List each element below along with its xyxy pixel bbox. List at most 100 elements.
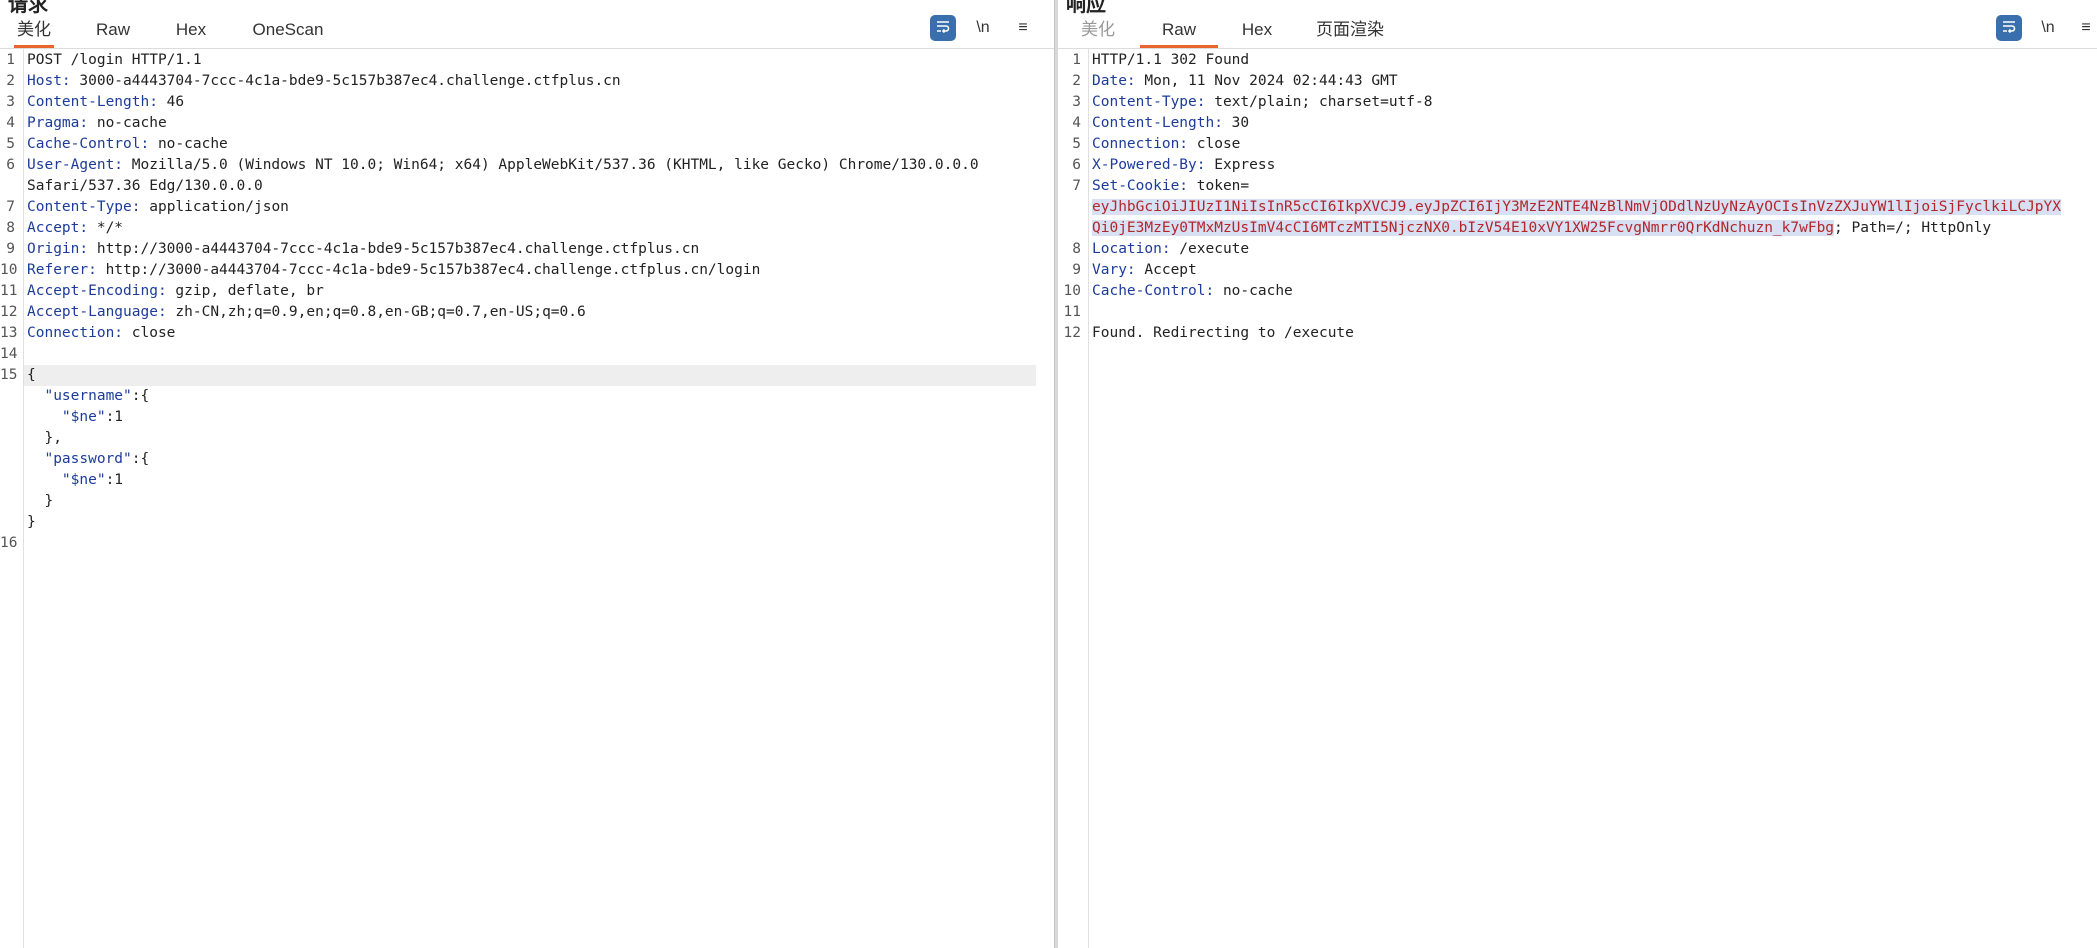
line-number: 7 xyxy=(6,199,15,215)
line-value: { xyxy=(27,367,36,383)
word-wrap-icon[interactable] xyxy=(930,15,956,41)
tab-hex[interactable]: Hex xyxy=(1240,20,1274,48)
line-number: 8 xyxy=(6,220,15,236)
selected-token-text[interactable]: Qi0jE3MzEy0TMxMzUsImV4cCI6MTczMTI5NjczNX… xyxy=(1092,220,1835,236)
code-line: 7 Set-Cookie: token= xyxy=(1058,176,2097,197)
line-number: 6 xyxy=(1072,157,1081,173)
tab-hex[interactable]: Hex xyxy=(174,20,208,48)
tab-raw[interactable]: Raw xyxy=(1140,20,1218,48)
header-name: Connection: xyxy=(27,325,124,341)
response-editor[interactable]: 1 HTTP/1.1 302 Found 2 Date: Mon, 11 Nov 20… xyxy=(1058,50,2097,948)
line-number: 9 xyxy=(6,241,15,257)
code-line: "$ne":1 xyxy=(0,407,1054,428)
line-text: }, xyxy=(27,428,61,449)
code-line: 1 POST /login HTTP/1.1 xyxy=(0,50,1054,71)
line-text: Host: 3000-a4443704-7ccc-4c1a-bde9-5c157… xyxy=(27,71,621,92)
line-number: 6 xyxy=(6,157,15,173)
line-value: :{ xyxy=(131,451,150,467)
code-line: 4 Pragma: no-cache xyxy=(0,113,1054,134)
line-text: } xyxy=(27,512,36,533)
code-line: } xyxy=(0,512,1054,533)
line-value: text/plain; charset=utf-8 xyxy=(1205,94,1433,110)
code-line: Qi0jE3MzEy0TMxMzUsImV4cCI6MTczMTI5NjczNX… xyxy=(1058,218,2097,239)
show-newlines-button[interactable]: \n xyxy=(970,15,996,41)
line-text: "password":{ xyxy=(27,449,149,470)
tab-page-render[interactable]: 页面渲染 xyxy=(1314,20,1386,48)
line-number: 11 xyxy=(1063,304,1081,320)
code-line: 15 { xyxy=(0,365,1054,386)
code-line: 3 Content-Type: text/plain; charset=utf-8 xyxy=(1058,92,2097,113)
code-line: 12 Found. Redirecting to /execute xyxy=(1058,323,2097,344)
line-number: 12 xyxy=(0,304,18,320)
code-line: 2 Date: Mon, 11 Nov 2024 02:44:43 GMT xyxy=(1058,71,2097,92)
line-text: eyJhbGciOiJIUzI1NiIsInR5cCI6IkpXVCJ9.eyJ… xyxy=(1092,197,2062,218)
line-text: Safari/537.36 Edg/130.0.0.0 xyxy=(27,176,263,197)
line-value: Safari/537.36 Edg/130.0.0.0 xyxy=(27,178,263,194)
line-text: HTTP/1.1 302 Found xyxy=(1092,50,1249,71)
line-value: 46 xyxy=(157,94,185,110)
code-line: 16 xyxy=(0,533,1054,554)
header-name: Origin: xyxy=(27,241,89,257)
header-name: User-Agent: xyxy=(27,157,124,173)
code-line: 7 Content-Type: application/json xyxy=(0,197,1054,218)
selected-token-text[interactable]: eyJhbGciOiJIUzI1NiIsInR5cCI6IkpXVCJ9.eyJ… xyxy=(1092,199,2062,215)
header-name: Vary: xyxy=(1092,262,1136,278)
line-value: token= xyxy=(1188,178,1250,194)
header-name: Accept-Encoding: xyxy=(27,283,167,299)
code-line: "password":{ xyxy=(0,449,1054,470)
code-line: "$ne":1 xyxy=(0,470,1054,491)
menu-icon[interactable]: ≡ xyxy=(2073,15,2097,41)
code-line: Safari/537.36 Edg/130.0.0.0 xyxy=(0,176,1054,197)
line-text: Vary: Accept xyxy=(1092,260,1197,281)
line-number: 3 xyxy=(6,94,15,110)
tab-onescan[interactable]: OneScan xyxy=(250,20,326,48)
line-value: no-cache xyxy=(1214,283,1293,299)
line-text: User-Agent: Mozilla/5.0 (Windows NT 10.0… xyxy=(27,155,979,176)
line-value: */* xyxy=(88,220,124,236)
line-text: POST /login HTTP/1.1 xyxy=(27,50,202,71)
line-value: Found. Redirecting to /execute xyxy=(1092,325,1354,341)
tab-beautify[interactable]: 美化 xyxy=(1080,20,1116,48)
line-value: gzip, deflate, br xyxy=(166,283,324,299)
show-newlines-button[interactable]: \n xyxy=(2035,15,2061,41)
code-line: 14 xyxy=(0,344,1054,365)
line-number: 12 xyxy=(1063,325,1081,341)
header-name: Content-Type: xyxy=(27,199,141,215)
line-value: 3000-a4443704-7ccc-4c1a-bde9-5c157b387ec… xyxy=(70,73,621,89)
line-number: 15 xyxy=(0,367,18,383)
line-value: no-cache xyxy=(149,136,228,152)
header-name: Cache-Control: xyxy=(1092,283,1215,299)
header-name: Content-Type: xyxy=(1092,94,1206,110)
code-line: 12 Accept-Language: zh-CN,zh;q=0.9,en;q=0… xyxy=(0,302,1054,323)
line-value: POST /login HTTP/1.1 xyxy=(27,52,202,68)
line-text: Content-Type: text/plain; charset=utf-8 xyxy=(1092,92,1432,113)
line-value: HTTP/1.1 302 Found xyxy=(1092,52,1250,68)
line-value: close xyxy=(1188,136,1241,152)
code-line: 11 xyxy=(1058,302,2097,323)
code-line: 5 Connection: close xyxy=(1058,134,2097,155)
header-name: Date: xyxy=(1092,73,1136,89)
line-text: X-Powered-By: Express xyxy=(1092,155,1275,176)
line-value: } xyxy=(27,493,54,509)
line-number: 13 xyxy=(0,325,18,341)
cookie-attributes: ; Path=/; HttpOnly xyxy=(1834,220,1992,236)
line-number: 2 xyxy=(1072,73,1081,89)
line-number: 2 xyxy=(6,73,15,89)
code-line: 13 Connection: close xyxy=(0,323,1054,344)
line-text: Connection: close xyxy=(1092,134,1240,155)
line-value: :{ xyxy=(131,388,150,404)
menu-icon[interactable]: ≡ xyxy=(1010,15,1036,41)
line-value: close xyxy=(123,325,176,341)
code-line: 5 Cache-Control: no-cache xyxy=(0,134,1054,155)
line-value: Express xyxy=(1205,157,1276,173)
request-editor[interactable]: 1 POST /login HTTP/1.1 2 Host: 3000-a444370… xyxy=(0,50,1054,948)
header-name: Accept-Language: xyxy=(27,304,167,320)
line-value: :1 xyxy=(105,472,124,488)
header-name: Pragma: xyxy=(27,115,89,131)
code-line: "username":{ xyxy=(0,386,1054,407)
tab-raw[interactable]: Raw xyxy=(96,20,130,48)
tab-beautify[interactable]: 美化 xyxy=(14,20,54,48)
code-line: 2 Host: 3000-a4443704-7ccc-4c1a-bde9-5c15… xyxy=(0,71,1054,92)
line-number: 10 xyxy=(0,262,18,278)
word-wrap-icon[interactable] xyxy=(1996,15,2022,41)
